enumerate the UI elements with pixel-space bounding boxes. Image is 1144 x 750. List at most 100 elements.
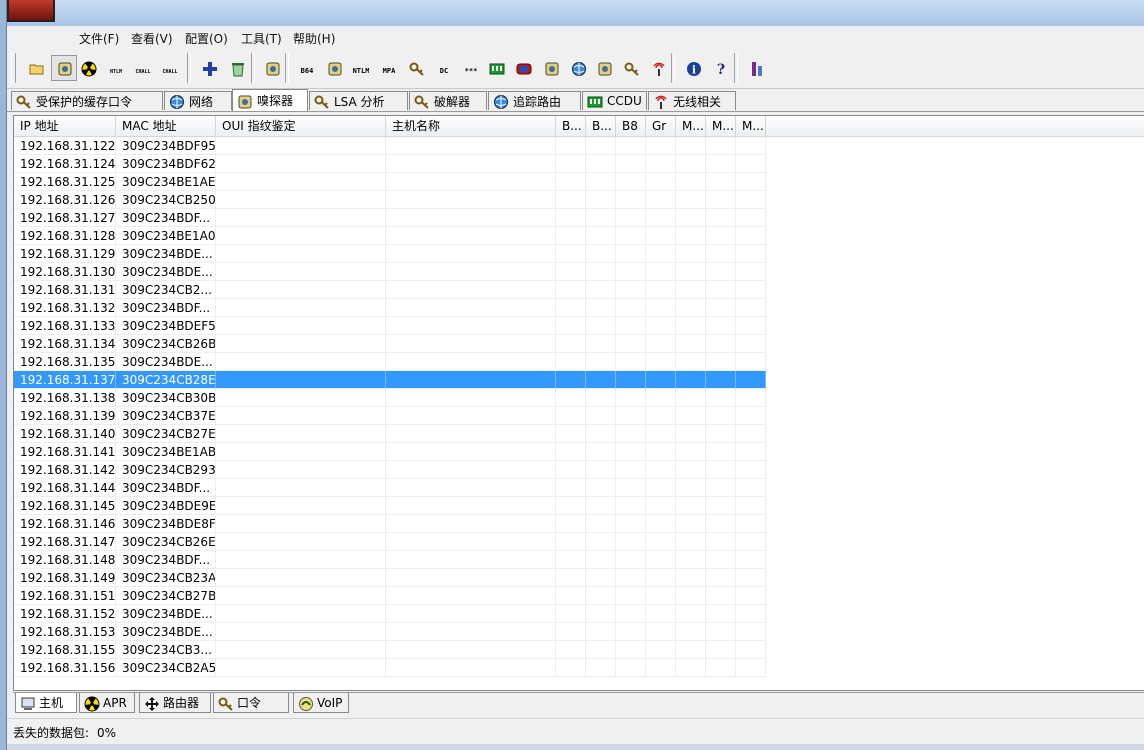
table-row[interactable]: 192.168.31.132 309C234BDF...	[14, 299, 766, 317]
table-row[interactable]: 192.168.31.153 309C234BDE...	[14, 623, 766, 641]
column-header-3[interactable]: 主机名称	[386, 116, 556, 136]
toolbar-button-hash-calculator[interactable]	[323, 57, 345, 79]
table-row[interactable]: 192.168.31.127 309C234BDF...	[14, 209, 766, 227]
toolbar-button-mpa[interactable]: MPA	[377, 57, 399, 79]
toolbar-button-certificate[interactable]	[593, 57, 615, 79]
column-header-8[interactable]: M...	[676, 116, 706, 136]
toolbar-button-user-pillar[interactable]	[745, 57, 767, 79]
column-header-4[interactable]: B...	[556, 116, 586, 136]
toolbar-button-dc[interactable]: DC	[432, 57, 454, 79]
toolbar-button-help[interactable]: ?	[709, 57, 731, 79]
toolbar-button-key[interactable]	[405, 57, 427, 79]
toolbar-button-globe[interactable]	[567, 57, 589, 79]
table-row[interactable]: 192.168.31.146 309C234BDE8F	[14, 515, 766, 533]
column-header-1[interactable]: MAC 地址	[116, 116, 216, 136]
toolbar-grip[interactable]	[11, 53, 16, 83]
table-row[interactable]: 192.168.31.135 309C234BDE...	[14, 353, 766, 371]
table-cell	[706, 515, 736, 533]
bottom-tab-host-computer[interactable]: 主机	[15, 693, 77, 713]
toolbar-button-radioactive-apr[interactable]	[77, 57, 99, 79]
table-cell	[646, 263, 676, 281]
table-row[interactable]: 192.168.31.130 309C234BDE...	[14, 263, 766, 281]
table-row[interactable]: 192.168.31.151 309C234CB27B	[14, 587, 766, 605]
table-row[interactable]: 192.168.31.128 309C234BE1A0	[14, 227, 766, 245]
table-row[interactable]: 192.168.31.155 309C234CB3...	[14, 641, 766, 659]
tab-key-cache[interactable]: 受保护的缓存口令	[11, 91, 163, 110]
table-row[interactable]: 192.168.31.149 309C234CB23A	[14, 569, 766, 587]
table-row[interactable]: 192.168.31.138 309C234CB30B	[14, 389, 766, 407]
table-row[interactable]: 192.168.31.140 309C234CB27E	[14, 425, 766, 443]
toolbar-button-scan[interactable]	[261, 57, 283, 79]
tab-traceroute[interactable]: 追踪路由	[488, 91, 581, 110]
table-row[interactable]: 192.168.31.124 309C234BDF62	[14, 155, 766, 173]
table-row[interactable]: 192.168.31.125 309C234BE1AE	[14, 173, 766, 191]
column-header-6[interactable]: B8	[616, 116, 646, 136]
toolbar-button-wireless[interactable]	[647, 57, 669, 79]
table-row[interactable]: 192.168.31.126 309C234CB250	[14, 191, 766, 209]
tab-wireless-tab[interactable]: 无线相关	[648, 91, 736, 110]
column-header-5[interactable]: B...	[586, 116, 616, 136]
menu-item-3[interactable]: 工具(T)	[239, 29, 284, 48]
toolbar-button-key-lock[interactable]	[620, 57, 642, 79]
column-header-9[interactable]: M...	[706, 116, 736, 136]
svg-text:CHALL: CHALL	[135, 69, 150, 75]
toolbar-button-password-field[interactable]: ***	[459, 57, 481, 79]
table-row[interactable]: 192.168.31.156 309C234CB2A5	[14, 659, 766, 677]
tab-network-globe[interactable]: 网络	[164, 91, 232, 110]
column-header-10[interactable]: M...	[736, 116, 766, 136]
table-row[interactable]: 192.168.31.139 309C234CB37E	[14, 407, 766, 425]
table-row[interactable]: 192.168.31.131 309C234CB2...	[14, 281, 766, 299]
menu-item-0[interactable]: 文件(F)	[77, 29, 121, 48]
tab-ccdu[interactable]: CCDU	[582, 91, 647, 110]
table-row[interactable]: 192.168.31.129 309C234BDE...	[14, 245, 766, 263]
toolbar-button-chall-spoof-ntlm[interactable]: CHALL	[158, 57, 180, 79]
table-row[interactable]: 192.168.31.137 309C234CB28E	[14, 371, 766, 389]
table-row[interactable]: 192.168.31.145 309C234BDE9E	[14, 497, 766, 515]
toolbar-button-recycle-bin[interactable]	[226, 57, 248, 79]
column-header-2[interactable]: OUI 指纹鉴定	[216, 116, 386, 136]
table-cell	[616, 533, 646, 551]
menu-item-4[interactable]: 帮助(H)	[291, 29, 337, 48]
hosts-table[interactable]: IP 地址 MAC 地址 OUI 指纹鉴定 主机名称 B... B... B8 Gr M... M…	[13, 115, 1144, 691]
tab-lsa[interactable]: LSA 分析	[309, 91, 408, 110]
bottom-tab-password-keys[interactable]: 口令	[213, 693, 289, 713]
table-cell	[216, 371, 386, 389]
toolbar-button-remote-desktop[interactable]	[512, 57, 534, 79]
toolbar-button-open-folder[interactable]	[25, 57, 47, 79]
key-icon	[409, 61, 424, 76]
toolbar-button-base64[interactable]: B64	[295, 57, 317, 79]
table-cell	[706, 389, 736, 407]
table-row[interactable]: 192.168.31.147 309C234CB26E	[14, 533, 766, 551]
menu-item-1[interactable]: 查看(V)	[129, 29, 175, 48]
table-row[interactable]: 192.168.31.142 309C234CB293	[14, 461, 766, 479]
bottom-tab-apr-radioactive[interactable]: APR	[79, 693, 135, 713]
bottom-tab-router-arrows[interactable]: 路由器	[139, 693, 211, 713]
toolbar-button-lm-hash[interactable]: NTLM	[349, 57, 371, 79]
table-cell	[676, 551, 706, 569]
table-row[interactable]: 192.168.31.133 309C234BDEF5	[14, 317, 766, 335]
table-row[interactable]: 192.168.31.152 309C234BDE...	[14, 605, 766, 623]
table-row[interactable]: 192.168.31.122 309C234BDF95	[14, 137, 766, 155]
column-header-0[interactable]: IP 地址	[14, 116, 116, 136]
toolbar-button-home-network[interactable]	[540, 57, 562, 79]
table-cell	[646, 659, 676, 677]
table-row[interactable]: 192.168.31.148 309C234BDF...	[14, 551, 766, 569]
table-cell	[706, 371, 736, 389]
ip-cell: 192.168.31.140	[14, 425, 116, 443]
toolbar-button-network-card[interactable]	[485, 57, 507, 79]
bottom-tab-voip[interactable]: VoIP	[293, 693, 349, 713]
tab-sniffer-tab[interactable]: 嗅探器	[232, 89, 308, 111]
toolbar-button-chall-spoof-reset[interactable]: CHALL	[131, 57, 153, 79]
toolbar-separator	[734, 53, 738, 83]
table-row[interactable]: 192.168.31.134 309C234CB26B	[14, 335, 766, 353]
menu-item-2[interactable]: 配置(O)	[183, 29, 230, 48]
toolbar-button-info[interactable]: i	[682, 57, 704, 79]
mac-cell: 309C234CB30B	[116, 389, 216, 407]
toolbar-button-sniffer[interactable]	[51, 55, 77, 81]
tab-cracker-key[interactable]: 破解器	[409, 91, 487, 110]
table-row[interactable]: 192.168.31.141 309C234BE1AB	[14, 443, 766, 461]
table-row[interactable]: 192.168.31.144 309C234BDF...	[14, 479, 766, 497]
column-header-7[interactable]: Gr	[646, 116, 676, 136]
toolbar-button-add-plus[interactable]	[198, 57, 220, 79]
toolbar-button-ntlm-auth[interactable]: NTLM	[104, 57, 126, 79]
